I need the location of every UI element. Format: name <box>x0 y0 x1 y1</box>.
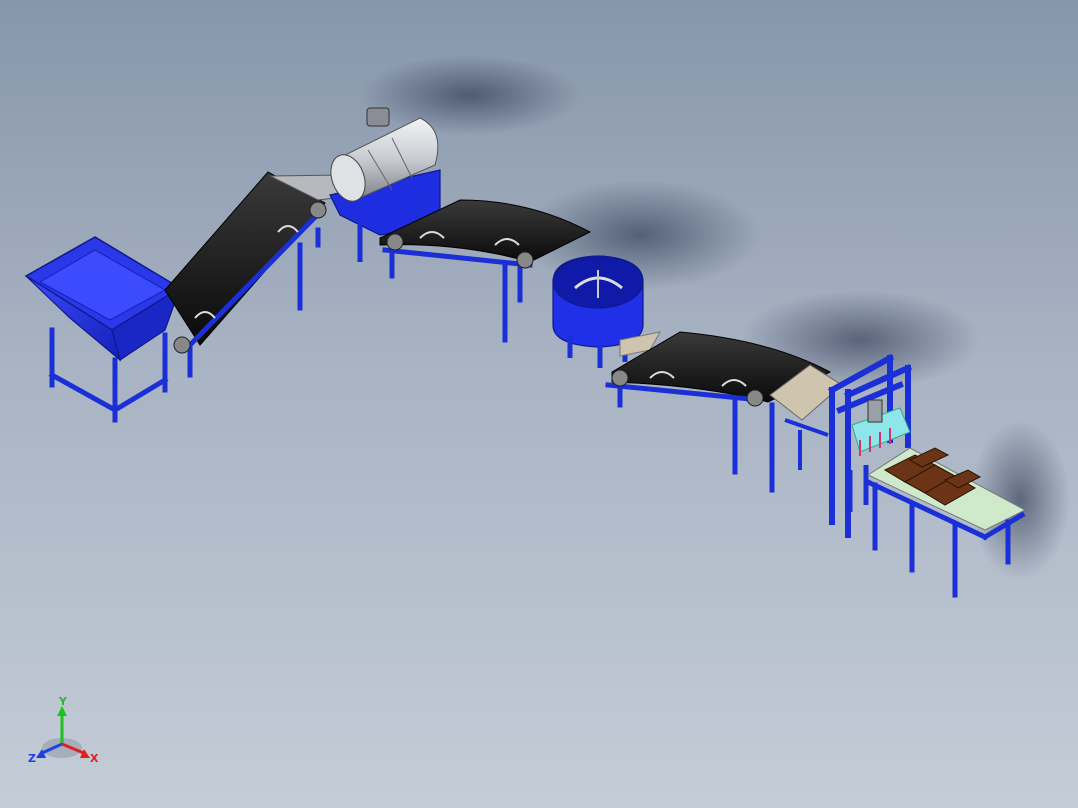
incline-conveyor-1[interactable] <box>164 171 327 378</box>
y-axis-label: Y <box>58 695 68 708</box>
tray-frame <box>784 418 829 470</box>
block-press-machine[interactable] <box>827 353 912 538</box>
x-axis-label: X <box>90 752 99 765</box>
cad-viewport[interactable]: Y X Z <box>0 0 1078 808</box>
z-axis-label: Z <box>28 752 36 765</box>
orientation-triad[interactable]: Y X Z <box>24 692 104 772</box>
production-line-model[interactable] <box>0 0 1078 808</box>
feed-hopper[interactable] <box>24 236 182 423</box>
